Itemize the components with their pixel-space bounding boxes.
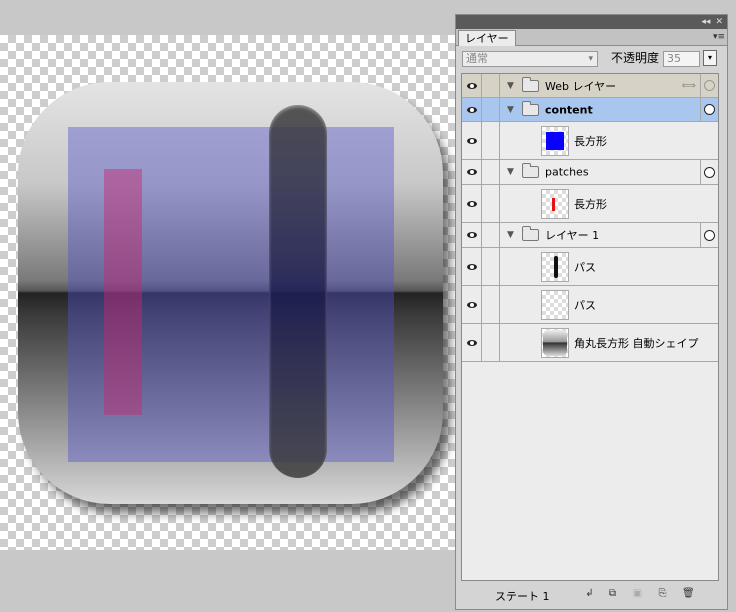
layer-thumbnail bbox=[541, 188, 569, 219]
layer-row-object[interactable]: 角丸長方形 自動シェイプ bbox=[462, 324, 718, 362]
layer-row-object[interactable]: パス bbox=[462, 286, 718, 324]
eye-icon bbox=[466, 200, 477, 207]
add-layer-icon[interactable]: ⧉ bbox=[607, 588, 618, 599]
lock-toggle[interactable] bbox=[482, 160, 500, 184]
visibility-toggle[interactable] bbox=[462, 74, 482, 97]
eye-icon bbox=[466, 339, 477, 346]
trash-icon[interactable]: 🗑 bbox=[682, 588, 695, 599]
layer-name: 長方形 bbox=[574, 134, 607, 148]
blend-mode-value: 通常 bbox=[466, 52, 488, 65]
panel-tab-bar: レイヤー ▾≡ bbox=[456, 29, 727, 46]
layer-options-row: 通常 ▾ 不透明度 35 ▾ bbox=[456, 46, 727, 72]
eye-icon bbox=[466, 106, 477, 113]
thumb-fill-pill bbox=[554, 255, 558, 278]
opacity-slider-button[interactable]: ▾ bbox=[703, 50, 717, 66]
panel-options-menu-icon[interactable]: ▾≡ bbox=[713, 32, 725, 42]
circle-icon bbox=[704, 229, 715, 241]
state-label[interactable]: ステート 1 bbox=[495, 588, 550, 604]
layer-row-content[interactable]: ▼ content bbox=[462, 98, 718, 122]
layer-row-web[interactable]: ▼ Web レイヤー ⟺ bbox=[462, 74, 718, 98]
eye-icon bbox=[466, 137, 477, 144]
new-sublayer-icon[interactable]: ↲ bbox=[584, 588, 595, 599]
eye-icon bbox=[466, 232, 477, 238]
circle-icon bbox=[704, 80, 715, 91]
visibility-toggle[interactable] bbox=[462, 286, 482, 323]
visibility-toggle[interactable] bbox=[462, 160, 482, 184]
layer-name: レイヤー 1 bbox=[545, 229, 600, 242]
pill-path-shape[interactable] bbox=[269, 105, 327, 478]
panel-footer: ステート 1 ↲ ⧉ ▣ ⎘ 🗑 bbox=[456, 582, 727, 609]
layer-name: Web レイヤー bbox=[545, 79, 617, 93]
layer-name: パス bbox=[574, 298, 596, 312]
layers-panel: ◂◂ ✕ レイヤー ▾≡ 通常 ▾ 不透明度 35 ▾ ▼ Web レイヤー ⟺ bbox=[455, 14, 728, 610]
expand-triangle-icon[interactable]: ▼ bbox=[507, 81, 514, 91]
layer-name: 角丸長方形 自動シェイプ bbox=[574, 336, 699, 350]
expand-triangle-icon[interactable]: ▼ bbox=[507, 230, 514, 240]
lock-toggle[interactable] bbox=[482, 223, 500, 247]
eye-icon bbox=[466, 169, 477, 175]
layer-name: content bbox=[545, 103, 593, 116]
folder-icon bbox=[522, 76, 539, 92]
layer-thumbnail bbox=[541, 251, 569, 282]
lock-toggle[interactable] bbox=[482, 324, 500, 361]
layer-row-object[interactable]: 長方形 bbox=[462, 185, 718, 223]
layer-target[interactable] bbox=[700, 223, 718, 247]
lock-toggle[interactable] bbox=[482, 248, 500, 285]
thumb-fill-blue bbox=[546, 131, 564, 150]
opacity-label: 不透明度 bbox=[611, 51, 660, 65]
visibility-toggle[interactable] bbox=[462, 248, 482, 285]
lock-toggle[interactable] bbox=[482, 98, 500, 121]
tab-layers[interactable]: レイヤー bbox=[458, 30, 516, 46]
eye-icon bbox=[466, 263, 477, 270]
patch-rectangle[interactable] bbox=[104, 169, 142, 415]
layer-name: パス bbox=[574, 260, 596, 274]
layer-row-patches[interactable]: ▼ patches bbox=[462, 160, 718, 185]
layer-target[interactable] bbox=[700, 74, 718, 97]
circle-icon bbox=[704, 104, 715, 115]
folder-icon bbox=[522, 226, 539, 241]
layer-list[interactable]: ▼ Web レイヤー ⟺ ▼ content 長方形 ▼ patches 長方形… bbox=[461, 73, 719, 581]
folder-icon bbox=[522, 163, 539, 178]
visibility-toggle[interactable] bbox=[462, 185, 482, 222]
lock-toggle[interactable] bbox=[482, 74, 500, 97]
folder-icon bbox=[522, 100, 539, 116]
layer-row-object[interactable]: 長方形 bbox=[462, 122, 718, 160]
layer-name: patches bbox=[545, 165, 589, 179]
thumb-fill-red bbox=[552, 197, 555, 211]
collapse-panel-icon[interactable]: ◂◂ bbox=[701, 17, 710, 27]
new-duplicate-icon[interactable]: ⎘ bbox=[657, 588, 668, 599]
layer-row-object[interactable]: パス bbox=[462, 248, 718, 286]
close-panel-icon[interactable]: ✕ bbox=[715, 17, 723, 27]
layer-thumbnail bbox=[541, 125, 569, 156]
lock-toggle[interactable] bbox=[482, 286, 500, 323]
expand-triangle-icon[interactable]: ▼ bbox=[507, 167, 514, 177]
visibility-toggle[interactable] bbox=[462, 324, 482, 361]
thumb-fill-grad bbox=[543, 329, 567, 356]
expand-triangle-icon[interactable]: ▼ bbox=[507, 105, 514, 115]
blend-mode-select[interactable]: 通常 ▾ bbox=[462, 51, 598, 67]
circle-icon bbox=[704, 166, 715, 178]
web-layer-move-icon: ⟺ bbox=[681, 80, 696, 91]
layer-thumbnail bbox=[541, 327, 569, 358]
add-mask-icon[interactable]: ▣ bbox=[632, 588, 643, 599]
document-canvas[interactable] bbox=[0, 35, 455, 550]
visibility-toggle[interactable] bbox=[462, 223, 482, 247]
eye-icon bbox=[466, 82, 477, 89]
layer-target[interactable] bbox=[700, 98, 718, 121]
visibility-toggle[interactable] bbox=[462, 98, 482, 121]
chevron-down-icon: ▾ bbox=[588, 54, 593, 64]
visibility-toggle[interactable] bbox=[462, 122, 482, 159]
eye-icon bbox=[466, 301, 477, 308]
lock-toggle[interactable] bbox=[482, 185, 500, 222]
layer-target[interactable] bbox=[700, 160, 718, 184]
layer-name: 長方形 bbox=[574, 197, 607, 211]
lock-toggle[interactable] bbox=[482, 122, 500, 159]
panel-title-strip: ◂◂ ✕ bbox=[456, 15, 727, 29]
layer-row-layer1[interactable]: ▼ レイヤー 1 bbox=[462, 223, 718, 248]
opacity-input[interactable]: 35 bbox=[663, 51, 700, 67]
layer-thumbnail bbox=[541, 289, 569, 320]
